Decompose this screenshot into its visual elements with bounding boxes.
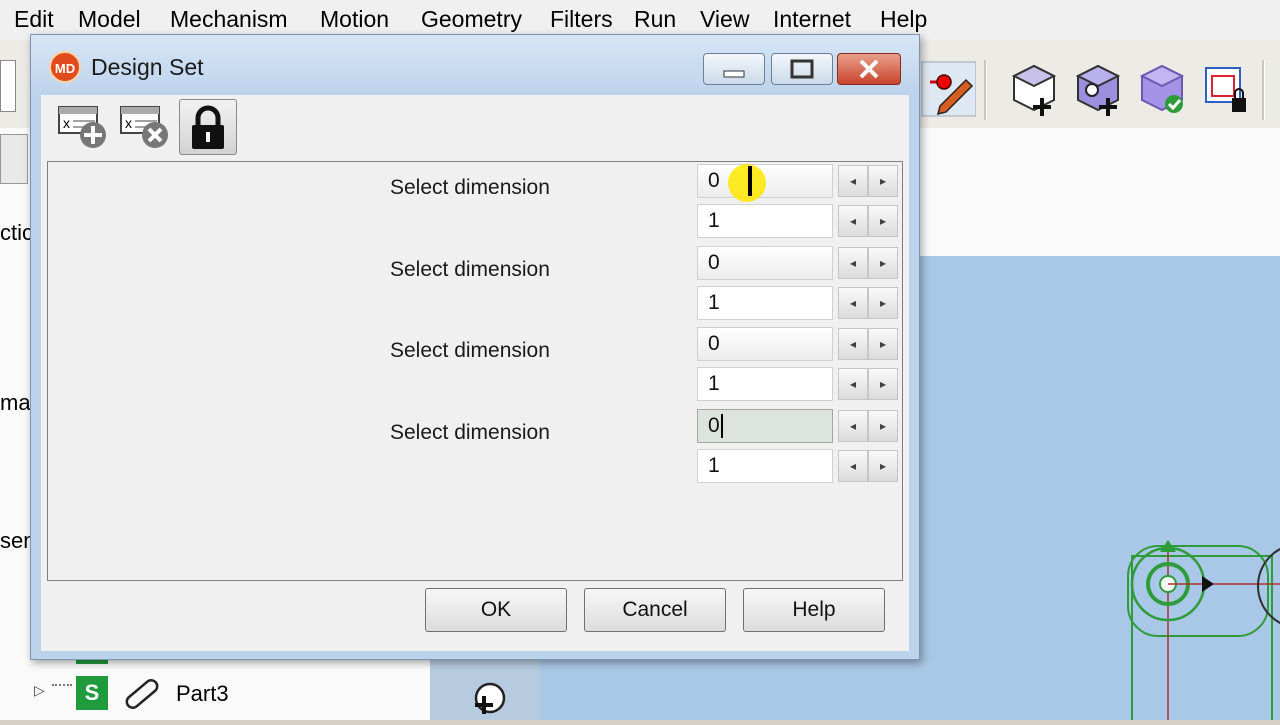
menu-filters[interactable]: Filters [550, 6, 613, 33]
table-remove-icon: x [120, 106, 168, 148]
app-logo-icon: MD [49, 51, 81, 83]
help-button[interactable]: Help [743, 588, 885, 632]
spin-left-button[interactable]: ◂ [838, 247, 868, 279]
gauge-icon[interactable] [0, 134, 28, 184]
menu-run[interactable]: Run [634, 6, 676, 33]
add-constraint-part-icon[interactable] [1070, 58, 1126, 120]
field-value: 0 [708, 414, 720, 437]
minimize-icon [723, 70, 745, 78]
cancel-button[interactable]: Cancel [584, 588, 726, 632]
viewport-header [920, 128, 1280, 258]
design-set-dialog: MD Design Set x x Select dimension 0 ◂ ▸… [30, 34, 920, 660]
svg-text:x: x [63, 115, 70, 131]
menu-mechanism[interactable]: Mechanism [170, 6, 288, 33]
add-joint-icon[interactable] [466, 676, 518, 720]
spin-right-button[interactable]: ▸ [868, 205, 898, 237]
link-part-icon [125, 679, 159, 709]
ibeam-cursor-icon [748, 166, 752, 196]
max-value-field[interactable]: 1 [697, 204, 833, 238]
spin-left-button[interactable]: ◂ [838, 287, 868, 319]
spin-right-button[interactable]: ▸ [868, 368, 898, 400]
spin-left-button[interactable]: ◂ [838, 328, 868, 360]
menu-help[interactable]: Help [880, 6, 927, 33]
spin-right-button[interactable]: ▸ [868, 328, 898, 360]
spin-left-button[interactable]: ◂ [838, 368, 868, 400]
minimize-button[interactable] [703, 53, 765, 85]
min-value-field-focused[interactable]: 0 [697, 409, 833, 443]
add-design-set-button[interactable]: x [55, 99, 113, 155]
text-caret [720, 414, 723, 439]
menu-motion[interactable]: Motion [320, 6, 389, 33]
spin-left-button[interactable]: ◂ [838, 165, 868, 197]
table-add-icon: x [58, 106, 106, 148]
solid-body-icon: S [76, 676, 108, 710]
tree-item-part3[interactable]: Part3 [176, 681, 229, 707]
menu-model[interactable]: Model [78, 6, 141, 33]
maximize-icon [790, 59, 814, 79]
spin-right-button[interactable]: ▸ [868, 247, 898, 279]
expand-icon[interactable]: ▷ [34, 682, 45, 699]
svg-text:x: x [125, 115, 132, 131]
row-label: Select dimension [390, 258, 550, 281]
spin-left-button[interactable]: ◂ [838, 410, 868, 442]
viewport-bottom [540, 656, 920, 720]
min-value-field[interactable]: 0 [697, 327, 833, 361]
menu-view[interactable]: View [700, 6, 749, 33]
lock-icon [192, 105, 224, 149]
row-label: Select dimension [390, 339, 550, 362]
locked-design-icon[interactable] [1198, 58, 1254, 120]
left-label-fragment: ma [0, 390, 31, 415]
dialog-toolbar: x x [41, 95, 909, 161]
dialog-content: x x Select dimension 0 ◂ ▸ 1 ◂ ▸ Select … [41, 95, 909, 651]
toolbar-fragment [0, 60, 16, 112]
min-value-field[interactable]: 0 [697, 246, 833, 280]
dialog-title: Design Set [91, 54, 204, 80]
spin-right-button[interactable]: ▸ [868, 410, 898, 442]
remove-design-set-button[interactable]: x [117, 99, 175, 155]
verify-part-icon[interactable] [1134, 58, 1190, 120]
menu-edit[interactable]: Edit [14, 6, 54, 33]
sketch-pen-icon[interactable] [920, 58, 977, 120]
ok-button[interactable]: OK [425, 588, 567, 632]
close-button[interactable] [837, 53, 901, 85]
close-icon [859, 59, 879, 79]
max-value-field[interactable]: 1 [697, 367, 833, 401]
menu-internet[interactable]: Internet [773, 6, 851, 33]
3d-viewport[interactable] [920, 256, 1280, 725]
spin-right-button[interactable]: ▸ [868, 287, 898, 319]
spin-left-button[interactable]: ◂ [838, 205, 868, 237]
lock-button[interactable] [179, 99, 237, 155]
row-label: Select dimension [390, 176, 550, 199]
dialog-titlebar[interactable]: MD Design Set [31, 35, 919, 95]
spin-right-button[interactable]: ▸ [868, 165, 898, 197]
toolbar-separator [984, 60, 987, 120]
max-value-field[interactable]: 1 [697, 286, 833, 320]
spin-right-button[interactable]: ▸ [868, 450, 898, 482]
dimension-list-panel: Select dimension 0 ◂ ▸ 1 ◂ ▸ Select dime… [47, 161, 903, 581]
menu-geometry[interactable]: Geometry [421, 6, 522, 33]
tree-connector [52, 684, 72, 686]
cursor-highlight [728, 164, 766, 202]
add-part-icon[interactable] [1006, 58, 1062, 120]
left-label-fragment: ctic [0, 220, 33, 245]
row-label: Select dimension [390, 421, 550, 444]
max-value-field[interactable]: 1 [697, 449, 833, 483]
maximize-button[interactable] [771, 53, 833, 85]
side-toolbar [430, 656, 540, 720]
mechanism-model [1127, 540, 1280, 725]
toolbar-separator [1262, 60, 1265, 120]
spin-left-button[interactable]: ◂ [838, 450, 868, 482]
